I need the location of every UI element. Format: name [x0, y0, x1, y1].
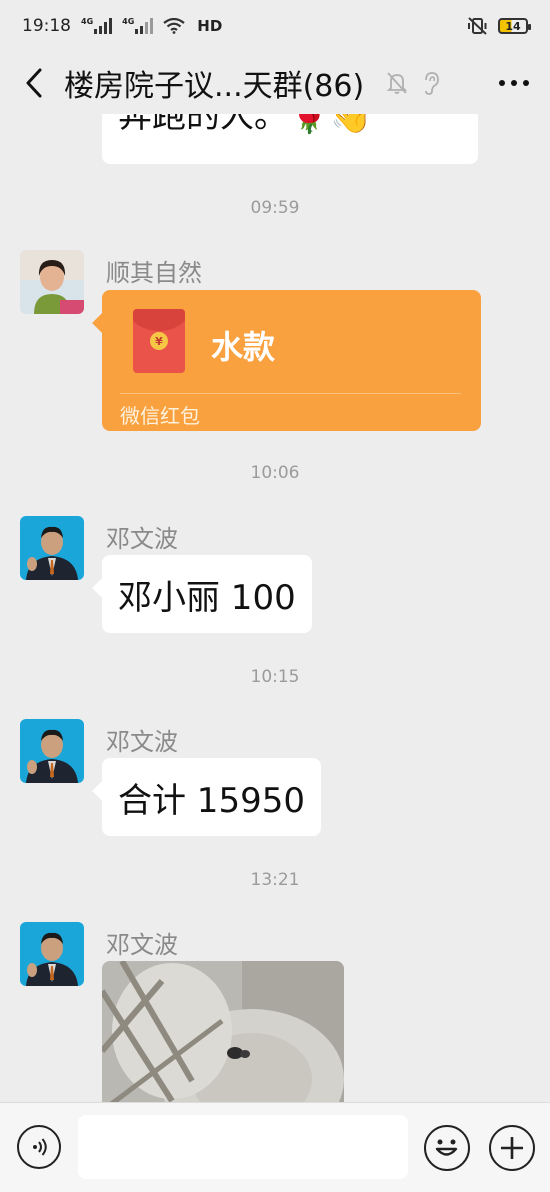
- avatar[interactable]: [20, 250, 84, 314]
- signal-icon: 4G: [81, 17, 113, 34]
- avatar-image: [20, 516, 84, 580]
- voice-button[interactable]: [17, 1125, 61, 1169]
- red-packet-message[interactable]: ¥ 水款 微信红包: [102, 290, 481, 431]
- partial-message-text: 奔跑的人。🌹👋: [118, 114, 373, 136]
- sender-name: 邓文波: [106, 728, 178, 756]
- voice-icon: [33, 1138, 47, 1156]
- avatar[interactable]: [20, 922, 84, 986]
- more-icon: [499, 80, 529, 86]
- packet-divider: [120, 393, 461, 394]
- network-type: HD: [197, 17, 223, 35]
- sender-name: 邓文波: [106, 525, 178, 553]
- timestamp: 13:21: [250, 870, 300, 890]
- signal-icon-2: 4G: [122, 17, 154, 34]
- back-icon: [26, 68, 42, 98]
- battery-level: 14: [505, 19, 521, 33]
- message-text: 邓小丽 100: [118, 577, 296, 618]
- more-functions-button[interactable]: [489, 1125, 535, 1171]
- signal-label: 4G: [81, 17, 94, 26]
- red-envelope-icon: ¥: [133, 309, 185, 373]
- mute-bell-icon: [387, 72, 408, 94]
- signal-label-2: 4G: [122, 17, 135, 26]
- image-message[interactable]: [102, 961, 344, 1102]
- status-left: 19:18 4G 4G HD: [22, 16, 222, 36]
- mute-vibrate-icon: [468, 17, 487, 35]
- timestamp: 09:59: [250, 198, 300, 218]
- timestamp: 10:06: [250, 463, 300, 483]
- status-time: 19:18: [22, 16, 71, 36]
- back-button[interactable]: [16, 63, 52, 103]
- wifi-icon: [163, 18, 185, 34]
- avatar-image: [20, 250, 84, 314]
- avatar-image: [20, 922, 84, 986]
- plus-icon: [501, 1137, 523, 1159]
- message-bubble[interactable]: 合计 15950: [102, 758, 321, 836]
- chat-header: 楼房院子议...天群(86): [0, 52, 550, 114]
- sender-name: 顺其自然: [106, 259, 202, 287]
- photo-thumbnail: [102, 961, 344, 1102]
- message-bubble[interactable]: 邓小丽 100: [102, 555, 312, 633]
- avatar-image: [20, 719, 84, 783]
- input-bar: [0, 1102, 550, 1192]
- timestamp: 10:15: [250, 667, 300, 687]
- avatar[interactable]: [20, 719, 84, 783]
- message-text: 合计 15950: [118, 780, 305, 821]
- ear-icon: [425, 72, 440, 95]
- message-input[interactable]: [78, 1115, 408, 1179]
- more-button[interactable]: [494, 63, 534, 103]
- red-packet-greeting: 水款: [211, 328, 276, 366]
- battery-icon: 14: [498, 18, 531, 34]
- sender-name: 邓文波: [106, 931, 178, 959]
- avatar[interactable]: [20, 516, 84, 580]
- red-packet-label: 微信红包: [120, 404, 200, 428]
- status-right: 14: [466, 17, 531, 35]
- title-status-icons: [386, 71, 440, 95]
- chat-message-list[interactable]: 奔跑的人。🌹👋 09:59 顺其自然 ¥ 水款 微信红包 10:06 邓文波 邓…: [0, 114, 550, 1102]
- chat-title[interactable]: 楼房院子议...天群(86): [64, 61, 364, 105]
- status-bar: 19:18 4G 4G HD 14: [0, 0, 550, 52]
- partial-message-bubble[interactable]: 奔跑的人。🌹👋: [102, 114, 478, 164]
- emoji-icon: [435, 1139, 458, 1156]
- emoji-button[interactable]: [424, 1125, 470, 1171]
